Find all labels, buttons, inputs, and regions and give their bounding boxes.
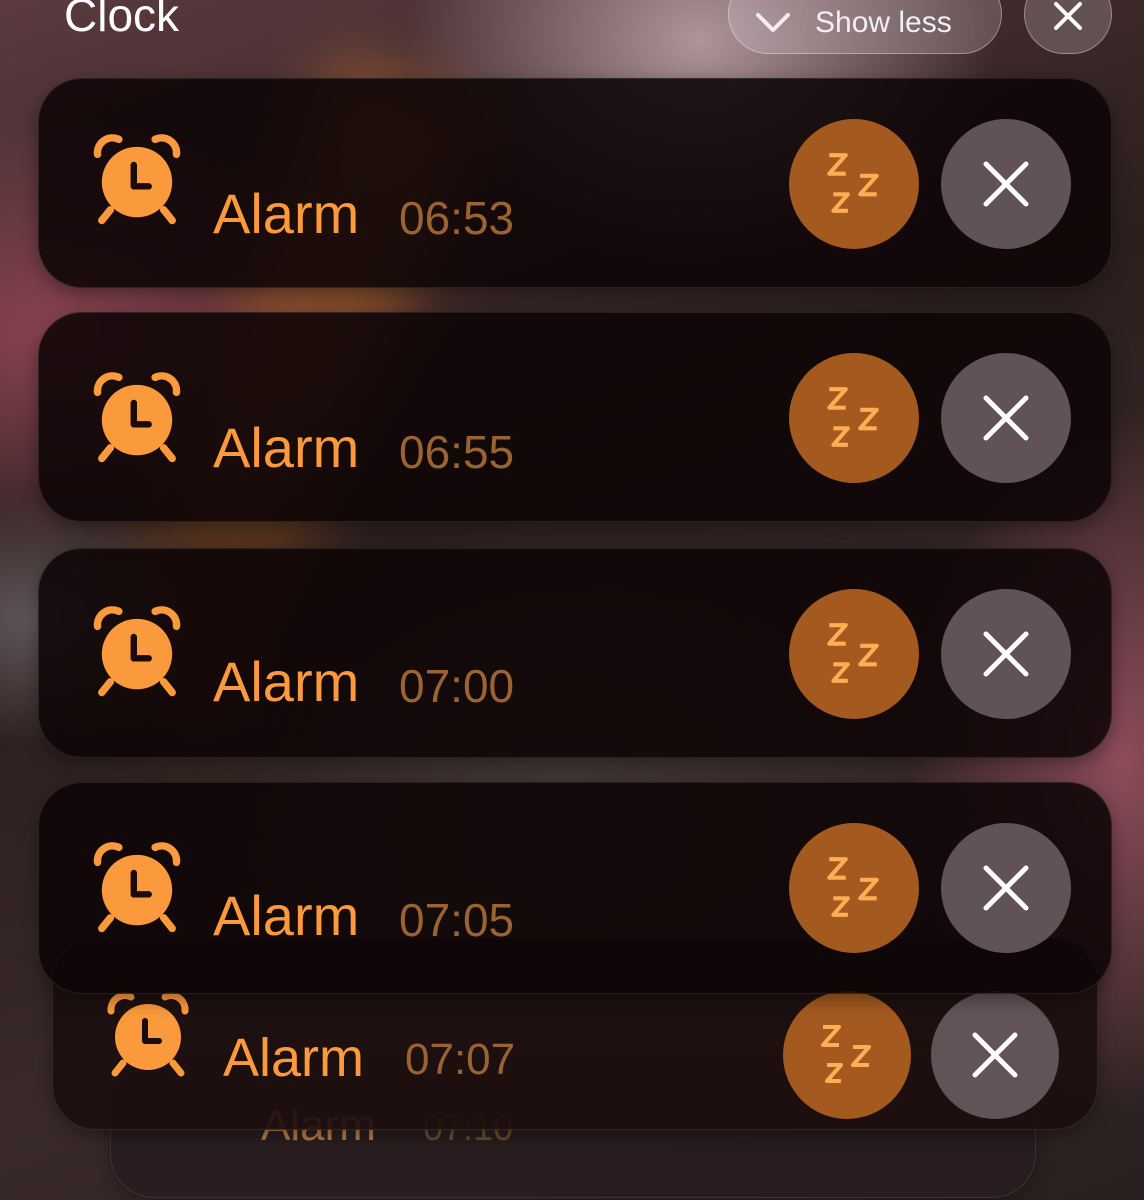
clear-group-button[interactable] xyxy=(1024,0,1112,54)
notification-time: 07:00 xyxy=(399,660,515,712)
app-group-title: Clock xyxy=(64,0,180,41)
notification-card[interactable]: Alarm 07:00 xyxy=(38,548,1112,758)
notification-time: 06:53 xyxy=(399,192,515,244)
notification-title: Alarm xyxy=(213,650,360,713)
alarm-clock-icon xyxy=(93,372,181,463)
notification-title: Alarm xyxy=(213,416,360,479)
zzz-icon xyxy=(827,387,879,447)
zzz-icon xyxy=(827,153,879,213)
alarm-clock-icon xyxy=(93,842,181,933)
alarm-clock-icon xyxy=(93,606,181,697)
dismiss-button[interactable] xyxy=(941,823,1071,953)
zzz-icon xyxy=(827,623,879,683)
notification-time: 07:07 xyxy=(405,1035,516,1084)
close-icon xyxy=(983,865,1029,911)
snooze-button[interactable] xyxy=(789,119,919,249)
show-less-button[interactable]: Show less xyxy=(728,0,1002,54)
close-icon xyxy=(972,1032,1018,1078)
dismiss-button[interactable] xyxy=(931,991,1059,1119)
notification-card[interactable]: Alarm 07:05 xyxy=(38,782,1112,994)
zzz-icon xyxy=(827,857,879,917)
show-less-label: Show less xyxy=(815,6,952,39)
notification-title: Alarm xyxy=(213,884,360,947)
snooze-button[interactable] xyxy=(789,823,919,953)
notification-card[interactable]: Alarm 06:55 xyxy=(38,312,1112,522)
chevron-down-icon xyxy=(756,13,790,32)
zzz-icon xyxy=(821,1025,871,1083)
dismiss-button[interactable] xyxy=(941,589,1071,719)
dismiss-button[interactable] xyxy=(941,119,1071,249)
alarm-clock-icon xyxy=(107,992,189,1077)
snooze-button[interactable] xyxy=(783,991,911,1119)
notification-title: Alarm xyxy=(213,182,360,245)
close-icon xyxy=(983,631,1029,677)
alarm-clock-icon xyxy=(93,134,181,225)
notification-time: 06:55 xyxy=(399,426,515,478)
notification-time: 07:05 xyxy=(399,894,515,946)
snooze-button[interactable] xyxy=(789,589,919,719)
notification-card[interactable]: Alarm 06:53 xyxy=(38,78,1112,288)
dismiss-button[interactable] xyxy=(941,353,1071,483)
close-icon xyxy=(1054,2,1082,30)
close-icon xyxy=(983,161,1029,207)
notification-title: Alarm xyxy=(223,1028,365,1088)
snooze-button[interactable] xyxy=(789,353,919,483)
close-icon xyxy=(983,395,1029,441)
